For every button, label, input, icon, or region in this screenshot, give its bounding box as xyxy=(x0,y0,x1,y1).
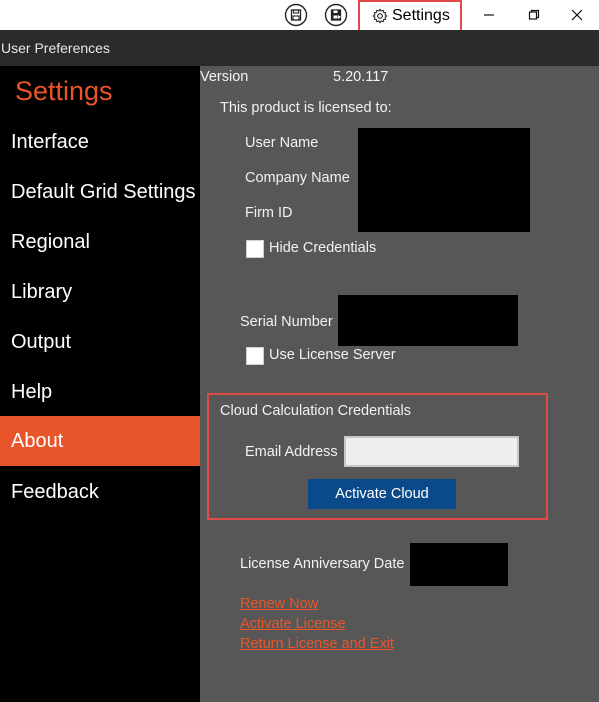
email-address-input[interactable] xyxy=(344,436,519,467)
redacted-credentials xyxy=(358,128,530,232)
header-bar: User Preferences xyxy=(0,30,599,66)
activate-license-link[interactable]: Activate License xyxy=(240,616,346,632)
title-bar: Settings xyxy=(0,0,599,32)
redacted-serial-number xyxy=(338,295,518,346)
sidebar-item-feedback[interactable]: Feedback xyxy=(0,467,200,517)
about-panel: Version 5.20.117 This product is license… xyxy=(200,66,599,702)
email-address-label: Email Address xyxy=(245,444,338,460)
settings-button[interactable]: Settings xyxy=(358,0,462,32)
cloud-credentials-title: Cloud Calculation Credentials xyxy=(220,403,412,419)
close-button[interactable] xyxy=(554,0,599,30)
use-license-server-label: Use License Server xyxy=(269,347,396,363)
hide-credentials-label: Hide Credentials xyxy=(269,240,377,256)
version-label: Version xyxy=(200,69,249,85)
minimize-icon xyxy=(484,14,494,16)
minimize-button[interactable] xyxy=(466,0,512,30)
sidebar-item-output[interactable]: Output xyxy=(0,317,200,367)
page-title: User Preferences xyxy=(1,40,110,56)
redacted-anniversary-date xyxy=(410,543,508,586)
sidebar-item-library[interactable]: Library xyxy=(0,267,200,317)
renew-now-link[interactable]: Renew Now xyxy=(240,596,318,612)
license-anniversary-label: License Anniversary Date xyxy=(240,556,405,572)
return-license-link[interactable]: Return License and Exit xyxy=(240,636,394,652)
sidebar-item-regional[interactable]: Regional xyxy=(0,217,200,267)
licensed-to-label: This product is licensed to: xyxy=(220,100,392,116)
save-as-icon[interactable] xyxy=(323,2,349,28)
firm-id-label: Firm ID xyxy=(245,205,293,221)
serial-number-label: Serial Number xyxy=(240,314,333,330)
version-value: 5.20.117 xyxy=(333,69,389,85)
sidebar: Settings Interface Default Grid Settings… xyxy=(0,66,200,702)
save-icon[interactable] xyxy=(283,2,309,28)
restore-button[interactable] xyxy=(511,0,557,30)
sidebar-title: Settings xyxy=(15,76,113,106)
window: Settings User Preferences Settings Inter… xyxy=(0,0,599,702)
gear-icon xyxy=(372,8,388,24)
sidebar-item-about[interactable]: About xyxy=(0,416,200,466)
use-license-server-checkbox[interactable] xyxy=(246,347,264,365)
activate-cloud-button[interactable]: Activate Cloud xyxy=(308,479,456,509)
sidebar-item-interface[interactable]: Interface xyxy=(0,117,200,167)
sidebar-item-help[interactable]: Help xyxy=(0,367,200,417)
close-icon xyxy=(571,9,583,21)
user-name-label: User Name xyxy=(245,135,319,151)
hide-credentials-checkbox[interactable] xyxy=(246,240,264,258)
sidebar-item-default-grid-settings[interactable]: Default Grid Settings xyxy=(0,167,200,217)
company-name-label: Company Name xyxy=(245,170,350,186)
settings-label: Settings xyxy=(392,7,450,24)
restore-icon xyxy=(528,9,540,20)
